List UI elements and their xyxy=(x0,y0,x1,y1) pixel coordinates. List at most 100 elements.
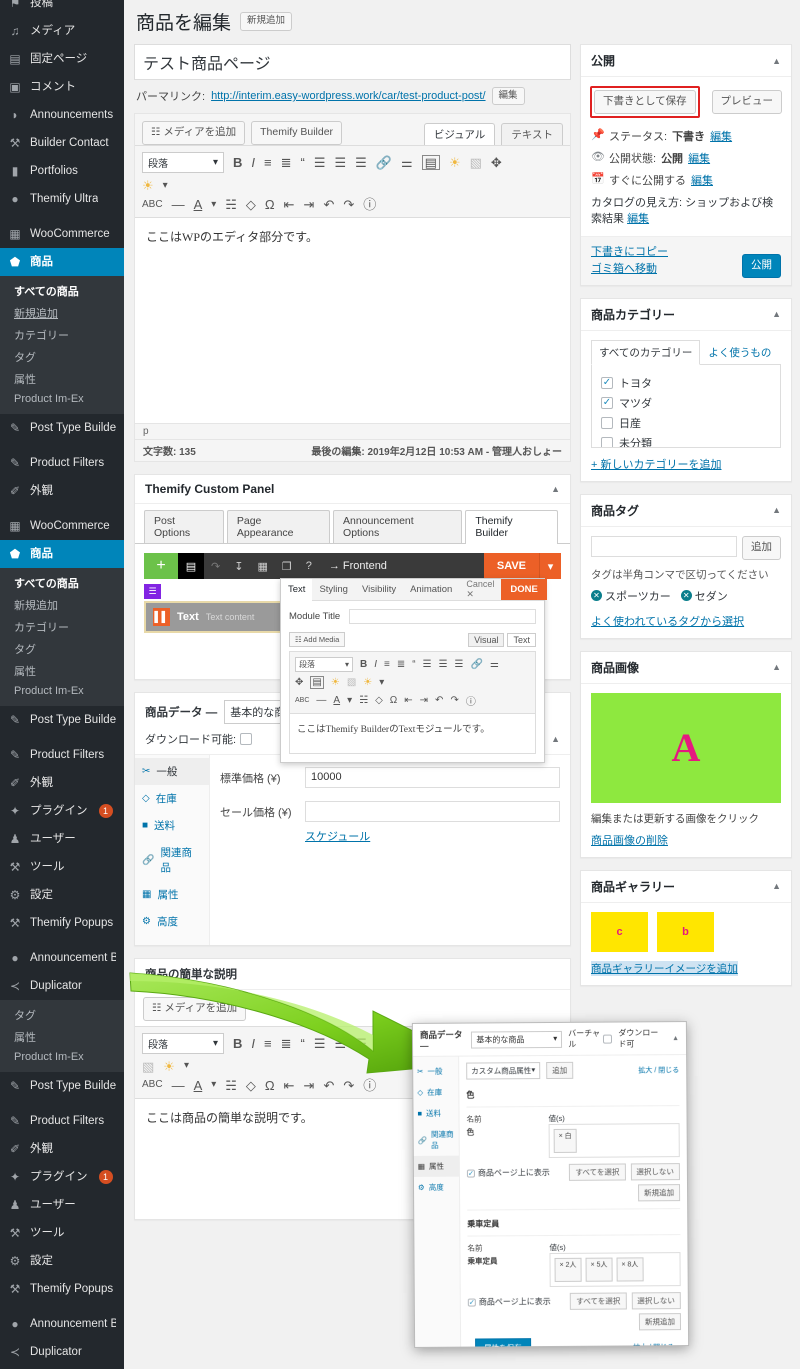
sidebar-item-post-type-builder[interactable]: ✎ Post Type Builder xyxy=(0,1072,124,1100)
numbered-list-icon[interactable]: ≣ xyxy=(281,156,292,169)
paste-as-text-icon[interactable]: ☵ xyxy=(359,695,368,706)
editor-toolbar[interactable]: 段落 ▾ B I ≡ ≣ “ ☰ ☰ ☰ 🔗 ⚌ ▤ ☀ ▧ ✥ ☀ ▾ ABC… xyxy=(135,145,570,218)
sidebar-subitem-属性[interactable]: 属性 xyxy=(0,660,124,682)
sidebar-item-portfolios[interactable]: ▮ Portfolios xyxy=(0,157,124,185)
blockquote-icon[interactable]: “ xyxy=(301,1037,305,1050)
tab-announcement-options[interactable]: Announcement Options xyxy=(333,510,463,543)
chevron-down-icon[interactable]: ▾ xyxy=(163,180,168,191)
sidebar-item-外観[interactable]: ✐ 外観 xyxy=(0,477,124,505)
indent-icon[interactable]: ⇥ xyxy=(304,198,315,211)
sidebar-item-投稿[interactable]: ⚑ 投稿 xyxy=(0,0,124,17)
emoji-icon[interactable]: ☀ xyxy=(331,677,340,688)
pd-tab-general[interactable]: ✂ 一般 xyxy=(135,758,209,785)
checkbox[interactable]: ✓ xyxy=(601,396,613,409)
sidebar-item-メディア[interactable]: ♫ メディア xyxy=(0,17,124,45)
sidebar-item-設定[interactable]: ⚙ 設定 xyxy=(0,1247,124,1275)
attribute-token[interactable]: × 2人 xyxy=(554,1257,582,1282)
themify-builder-button[interactable]: Themify Builder xyxy=(251,121,343,145)
sidebar-item-duplicator[interactable]: ≺ Duplicator xyxy=(0,1338,124,1366)
bold-icon[interactable]: B xyxy=(233,1037,242,1050)
cancel-button[interactable]: Cancel ✕ xyxy=(459,579,501,600)
dialog-tab-styling[interactable]: Styling xyxy=(312,579,355,600)
schedule-edit-link[interactable]: 編集 xyxy=(691,172,713,188)
attribute-token[interactable]: × 白 xyxy=(553,1128,577,1153)
save-draft-button[interactable]: 下書きとして保存 xyxy=(594,90,696,114)
dialog-editor-toolbar[interactable]: 段落 ▾ B I ≡ ≣ “ ☰ ☰ ☰ 🔗 ⚌ ✥ ▤ ☀ ▧ ☀ ▾ ABC… xyxy=(289,651,536,714)
sidebar-subitem-すべての商品[interactable]: すべての商品 xyxy=(0,572,124,594)
align-center-icon[interactable]: ☰ xyxy=(439,659,448,670)
sidebar-subitem-Product Im-Ex[interactable]: Product Im-Ex xyxy=(0,682,124,700)
dialog-add-media-button[interactable]: ☷ Add Media xyxy=(289,632,346,647)
status-edit-link[interactable]: 編集 xyxy=(710,128,732,144)
attribute-values-box[interactable]: × 白 xyxy=(548,1123,680,1159)
chevron-up-icon[interactable]: ▲ xyxy=(551,734,560,744)
tab-themify-builder[interactable]: Themify Builder xyxy=(465,510,558,544)
attr-dialog-tabs[interactable]: ✂ 一般 ◇ 在庫 ■ 送料 🔗 関連商品 ▦ 属性 ⚙ 高度 xyxy=(413,1056,462,1348)
redo-icon[interactable]: ↷ xyxy=(343,198,354,211)
clear-formatting-icon[interactable]: ◇ xyxy=(246,1079,256,1092)
numbered-list-icon[interactable]: ≣ xyxy=(281,1037,292,1050)
schedule-link[interactable]: スケジュール xyxy=(305,828,560,844)
chevron-down-icon[interactable]: ▾ xyxy=(211,199,216,210)
sidebar-item-ユーザー[interactable]: ♟ ユーザー xyxy=(0,825,124,853)
sidebar-subitem-属性[interactable]: 属性 xyxy=(0,368,124,390)
sidebar-submenu[interactable]: すべての商品 新規追加 カテゴリー タグ 属性 Product Im-Ex xyxy=(0,568,124,706)
select-all-button[interactable]: すべてを選択 xyxy=(570,1292,627,1310)
sale-price-input[interactable] xyxy=(305,801,560,822)
tag-chip[interactable]: ✕ セダン xyxy=(680,588,728,604)
category-item-uncategorized[interactable]: 未分類 xyxy=(601,433,771,447)
sidebar-item-商品[interactable]: ⬟ 商品 xyxy=(0,540,124,568)
close-icon[interactable]: ✕ xyxy=(680,590,692,602)
layout-icon[interactable]: ▦ xyxy=(250,560,274,573)
format-select[interactable]: 段落 ▾ xyxy=(142,152,224,173)
dialog-editor-content[interactable]: ここはThemify BuilderのTextモジュールです。 xyxy=(289,714,536,754)
desktop-icon[interactable]: ▤ xyxy=(178,553,204,579)
attr-product-type-select[interactable]: 基本的な商品 ▾ xyxy=(471,1030,563,1049)
sidebar-item-商品[interactable]: ⬟ 商品 xyxy=(0,248,124,276)
pd-tab-attributes[interactable]: ▦ 属性 xyxy=(135,881,209,908)
sidebar-item-product-filters[interactable]: ✎ Product Filters xyxy=(0,741,124,769)
pd-tab-stock[interactable]: ◇ 在庫 xyxy=(135,785,209,812)
horizontal-rule-icon[interactable]: — xyxy=(172,198,185,211)
attr-downloadable-label[interactable]: ダウンロード可 xyxy=(618,1027,666,1049)
choose-common-tags-link[interactable]: よく使われているタグから選択 xyxy=(591,616,744,628)
sidebar-item-外観[interactable]: ✐ 外観 xyxy=(0,1135,124,1163)
save-attributes-button[interactable]: 属性を保存 xyxy=(475,1338,531,1348)
module-dialog-tabs[interactable]: Text Styling Visibility Animation Cancel… xyxy=(281,579,547,601)
sidebar-item-プラグイン[interactable]: ✦ プラグイン 1 xyxy=(0,797,124,825)
sidebar-item-ユーザー[interactable]: ♟ ユーザー xyxy=(0,1191,124,1219)
dialog-tab-text[interactable]: Text xyxy=(281,579,313,601)
keyboard-icon[interactable]: ▤ xyxy=(421,155,440,170)
add-tag-button[interactable]: 追加 xyxy=(742,535,781,560)
sidebar-item-post-type-builder[interactable]: ✎ Post Type Builder xyxy=(0,414,124,442)
editor-content[interactable]: ここはWPのエディタ部分です。 xyxy=(135,218,570,423)
sidebar-item-duplicator[interactable]: ≺ Duplicator xyxy=(0,972,124,1000)
chevron-down-icon[interactable]: ▾ xyxy=(539,553,561,579)
close-icon[interactable]: ✕ xyxy=(591,590,602,602)
chevron-up-icon[interactable]: ▲ xyxy=(772,309,781,319)
dialog-tab-text-mode[interactable]: Text xyxy=(507,632,536,647)
attr-tab-advanced[interactable]: ⚙ 高度 xyxy=(414,1177,459,1198)
sidebar-item-ツール[interactable]: ⚒ ツール xyxy=(0,853,124,881)
attribute-add-new-button[interactable]: 新規追加 xyxy=(638,1313,682,1331)
permalink-url[interactable]: http://interim.easy-wordpress.work/car/t… xyxy=(211,90,485,102)
themify-panel-tabs[interactable]: Post Options Page Appearance Announcemen… xyxy=(135,510,570,544)
chevron-up-icon[interactable]: ▲ xyxy=(772,56,781,66)
tag-input[interactable] xyxy=(591,535,737,557)
tab-common-categories[interactable]: よく使うもの xyxy=(700,340,779,365)
checkbox[interactable] xyxy=(601,416,613,429)
sidebar-item-post-type-builder[interactable]: ✎ Post Type Builder xyxy=(0,706,124,734)
plus-icon[interactable]: + xyxy=(144,553,178,579)
select-none-button[interactable]: 選択しない xyxy=(630,1163,680,1181)
attribute-name-value[interactable]: 色 xyxy=(467,1126,539,1139)
custom-attribute-select[interactable]: カスタム商品属性 ▾ xyxy=(466,1062,541,1080)
blockquote-icon[interactable]: “ xyxy=(412,659,415,670)
fullscreen-icon[interactable]: ✥ xyxy=(295,677,303,688)
keyboard-icon[interactable]: ▤ xyxy=(310,676,324,689)
sidebar-item-themify-ultra[interactable]: ● Themify Ultra xyxy=(0,185,124,213)
horizontal-rule-icon[interactable]: — xyxy=(316,695,326,706)
align-left-icon[interactable]: ☰ xyxy=(314,1037,326,1050)
sidebar-item-product-filters[interactable]: ✎ Product Filters xyxy=(0,449,124,477)
category-item-toyota[interactable]: ✓ トヨタ xyxy=(601,373,771,393)
attr-tab-linked[interactable]: 🔗 関連商品 xyxy=(414,1124,459,1156)
